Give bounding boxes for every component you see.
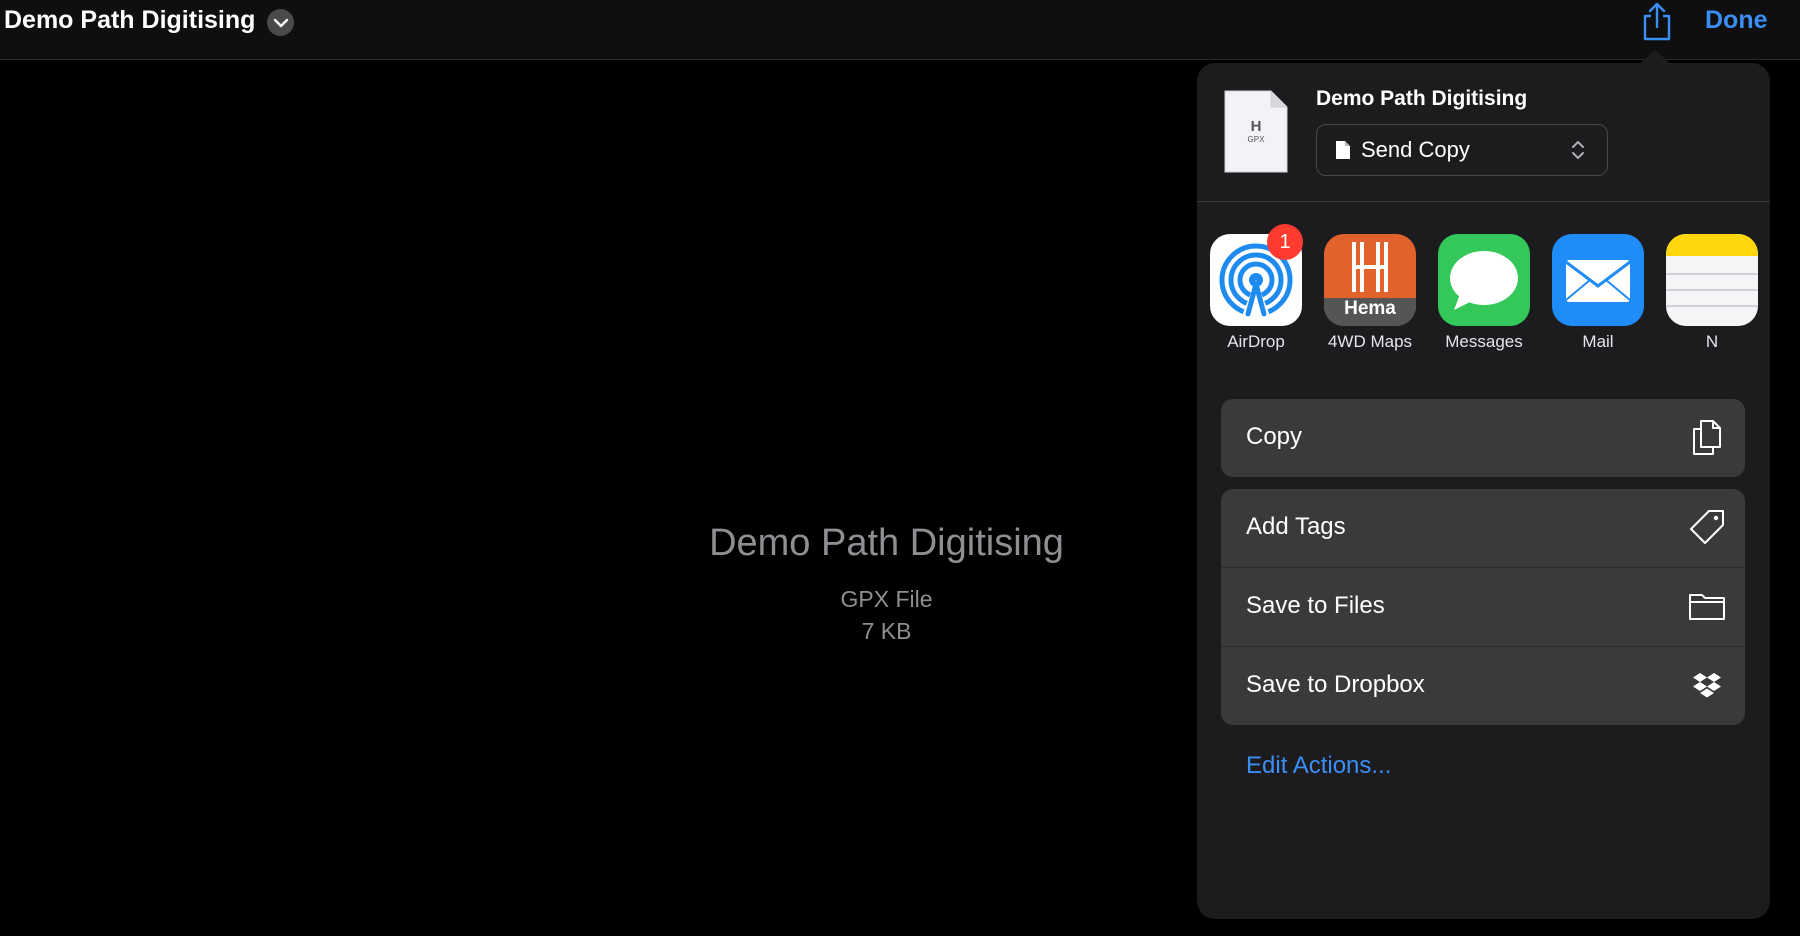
- app-label: AirDrop: [1227, 332, 1285, 351]
- file-thumbnail: H GPX: [1223, 89, 1289, 174]
- file-preview: [0, 60, 1197, 936]
- action-copy[interactable]: Copy: [1221, 399, 1745, 477]
- mail-icon: [1552, 234, 1644, 326]
- thumbnail-letter: H: [1251, 118, 1262, 135]
- primary-actions: Copy: [1221, 399, 1745, 477]
- done-button[interactable]: Done: [1705, 6, 1768, 35]
- edit-actions-link[interactable]: Edit Actions...: [1246, 752, 1391, 780]
- document-icon: [1335, 140, 1351, 165]
- top-bar: Demo Path Digitising Done: [0, 0, 1800, 60]
- app-label: Mail: [1582, 332, 1614, 351]
- document-title[interactable]: Demo Path Digitising: [4, 6, 255, 35]
- copy-icon: [1687, 417, 1727, 457]
- hema-wordmark: Hema: [1344, 298, 1396, 319]
- share-sheet-header: H GPX Demo Path Digitising Send Copy: [1197, 63, 1770, 202]
- action-label: Copy: [1246, 423, 1303, 450]
- share-icon[interactable]: [1640, 2, 1674, 42]
- action-save-to-files[interactable]: Save to Files: [1221, 567, 1745, 646]
- app-label: N: [1705, 332, 1719, 351]
- app-label: Messages: [1445, 332, 1523, 351]
- notes-icon: [1666, 234, 1758, 326]
- notification-badge: 1: [1267, 224, 1303, 260]
- action-label: Add Tags: [1246, 513, 1346, 540]
- tag-icon: [1687, 507, 1727, 547]
- share-apps-row: 1 AirDrop Hema 4WD Maps Messages Mail N: [1197, 202, 1770, 352]
- action-label: Save to Dropbox: [1246, 671, 1425, 698]
- up-down-chevron-icon: [1570, 139, 1586, 166]
- dropbox-icon: [1687, 665, 1727, 705]
- thumbnail-extension: GPX: [1248, 135, 1266, 144]
- messages-icon: [1438, 234, 1530, 326]
- action-add-tags[interactable]: Add Tags: [1221, 489, 1745, 567]
- send-mode-selector[interactable]: Send Copy: [1316, 124, 1608, 176]
- hema-icon: Hema: [1324, 234, 1416, 326]
- send-mode-label: Send Copy: [1361, 137, 1470, 162]
- app-4wd-maps[interactable]: Hema 4WD Maps: [1315, 234, 1425, 352]
- app-label: 4WD Maps: [1327, 332, 1413, 351]
- share-sheet: H GPX Demo Path Digitising Send Copy 1 A…: [1197, 63, 1770, 919]
- app-messages[interactable]: Messages: [1429, 234, 1539, 352]
- title-menu-chevron-icon[interactable]: [267, 9, 294, 36]
- action-save-to-dropbox[interactable]: Save to Dropbox: [1221, 646, 1745, 725]
- secondary-actions: Add Tags Save to Files Save to Dropbox: [1221, 489, 1745, 725]
- app-airdrop[interactable]: 1 AirDrop: [1201, 224, 1311, 352]
- action-label: Save to Files: [1246, 592, 1385, 619]
- folder-icon: [1687, 586, 1727, 626]
- app-mail[interactable]: Mail: [1543, 234, 1653, 352]
- share-file-title: Demo Path Digitising: [1316, 87, 1528, 110]
- app-notes[interactable]: N: [1657, 234, 1767, 352]
